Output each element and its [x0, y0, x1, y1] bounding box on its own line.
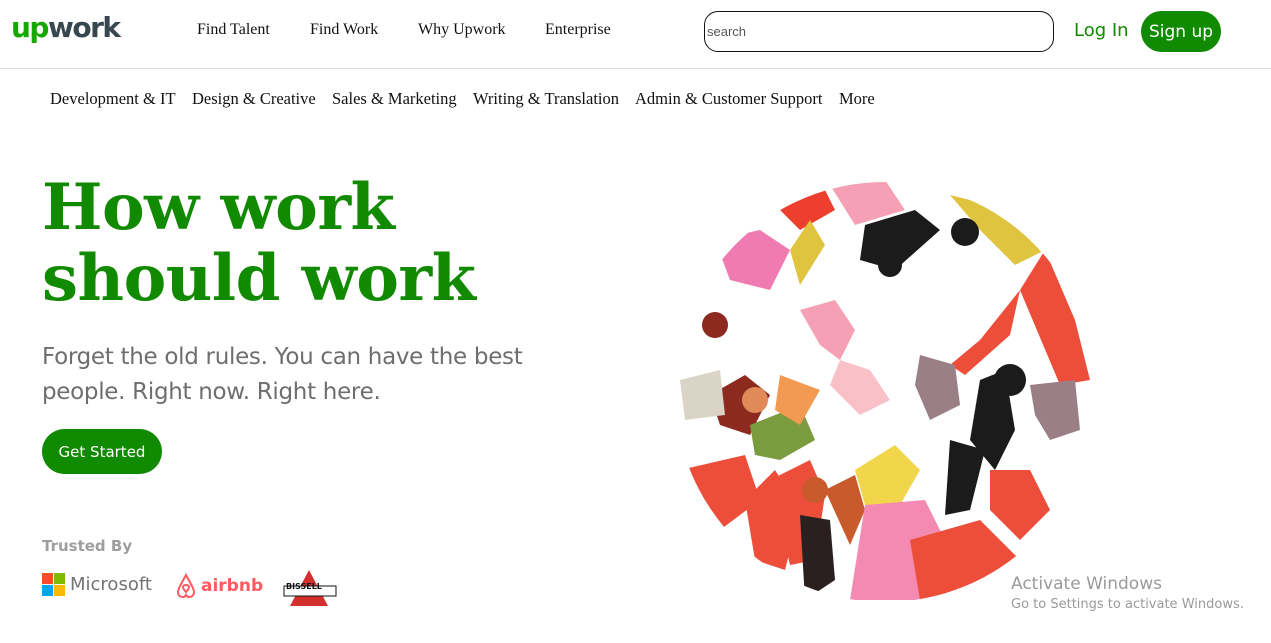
nav-find-work[interactable]: Find Work	[310, 21, 378, 39]
trusted-by-label: Trusted By	[42, 537, 133, 555]
activate-windows-watermark: Activate Windows Go to Settings to activ…	[1011, 574, 1244, 612]
hero-illustration	[680, 182, 1090, 600]
get-started-button[interactable]: Get Started	[42, 429, 162, 474]
airbnb-logo-icon	[176, 573, 196, 599]
nav-enterprise[interactable]: Enterprise	[545, 21, 611, 39]
login-link[interactable]: Log In	[1074, 20, 1129, 41]
microsoft-logo-icon	[42, 573, 65, 596]
top-navbar: upwork Find Talent Find Work Why Upwork …	[0, 0, 1271, 69]
category-more[interactable]: More	[839, 89, 875, 109]
upwork-logo[interactable]: upwork	[11, 11, 121, 44]
hero-subtitle-line1: Forget the old rules. You can have the b…	[42, 344, 523, 370]
watermark-line2: Go to Settings to activate Windows.	[1011, 597, 1244, 612]
category-design-creative[interactable]: Design & Creative	[192, 89, 316, 109]
airbnb-text: airbnb	[201, 576, 264, 596]
watermark-line1: Activate Windows	[1011, 574, 1162, 594]
hero-subtitle: Forget the old rules. You can have the b…	[42, 340, 582, 410]
nav-why-upwork[interactable]: Why Upwork	[418, 21, 506, 39]
hero-subtitle-line2: people. Right now. Right here.	[42, 379, 381, 405]
signup-button[interactable]: Sign up	[1141, 11, 1221, 52]
category-admin-support[interactable]: Admin & Customer Support	[635, 89, 822, 109]
hero-title: How work should work	[42, 172, 562, 314]
category-development-it[interactable]: Development & IT	[50, 89, 176, 109]
brand-airbnb: airbnb	[175, 573, 263, 599]
brand-microsoft: Microsoft	[42, 573, 152, 596]
nav-find-talent[interactable]: Find Talent	[197, 21, 270, 39]
brand-bissell: BISSELL	[280, 568, 338, 608]
logo-accent: up	[11, 11, 49, 44]
hero-title-line2: should work	[42, 241, 476, 316]
hero-title-line1: How work	[42, 170, 395, 245]
logo-rest: work	[47, 11, 121, 44]
category-sales-marketing[interactable]: Sales & Marketing	[332, 89, 457, 109]
bissell-text: BISSELL	[286, 582, 322, 591]
category-writing-translation[interactable]: Writing & Translation	[473, 89, 619, 109]
search-input[interactable]	[704, 11, 1054, 52]
microsoft-text: Microsoft	[70, 574, 152, 595]
